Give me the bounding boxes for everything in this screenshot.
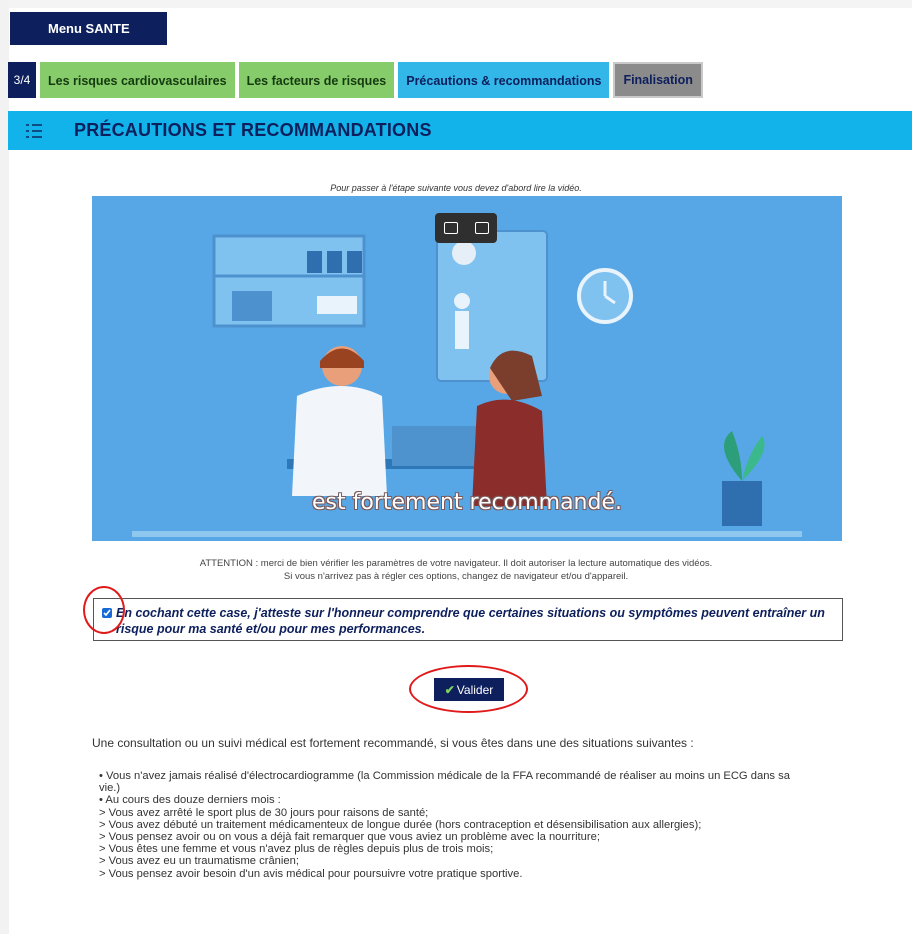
video-controls [435, 213, 497, 243]
menu-sante-button[interactable]: Menu SANTE [10, 12, 167, 45]
attestation-box: En cochant cette case, j'atteste sur l'h… [93, 598, 843, 641]
video-notice: Pour passer à l'étape suivante vous deve… [330, 183, 582, 193]
list-item: > Vous avez débuté un traitement médicam… [99, 818, 702, 831]
list-item: • Au cours des douze derniers mois : [99, 794, 281, 807]
list-item: > Vous avez arrêté le sport plus de 30 j… [99, 806, 429, 819]
top-strip [0, 0, 912, 8]
list-item: > Vous pensez avoir ou on vous a déjà fa… [99, 831, 600, 844]
list-item: > Vous avez eu un traumatisme crânien; [99, 855, 299, 868]
video-subtitle: est fortement recommandé. [312, 490, 622, 515]
attestation-text: En cochant cette case, j'atteste sur l'h… [116, 606, 825, 636]
list-item: • Vous n'avez jamais réalisé d'électroca… [99, 770, 790, 795]
page-title: PRÉCAUTIONS ET RECOMMANDATIONS [74, 120, 432, 140]
list-icon [26, 123, 42, 138]
cast-icon[interactable] [474, 222, 489, 234]
annotation-circle-valider [409, 665, 528, 713]
tab-precautions-recommandations[interactable]: Précautions & recommandations [398, 62, 610, 98]
attention-line-2: Si vous n'arrivez pas à régler ces optio… [283, 571, 629, 582]
step-counter: 3/4 [8, 62, 36, 98]
attention-notice: ATTENTION : merci de bien vérifier les p… [0, 557, 912, 583]
list-item: > Vous êtes une femme et vous n'avez plu… [99, 843, 494, 856]
tab-risques-cardiovasculaires[interactable]: Les risques cardiovasculaires [40, 62, 235, 98]
section-header: PRÉCAUTIONS ET RECOMMANDATIONS [8, 111, 912, 150]
annotation-circle-checkbox [83, 586, 125, 634]
recommendation-intro: Une consultation ou un suivi médical est… [92, 736, 694, 750]
attention-line-1: ATTENTION : merci de bien vérifier les p… [199, 558, 713, 569]
tab-finalisation[interactable]: Finalisation [613, 62, 703, 98]
step-tabs: 3/4 Les risques cardiovasculaires Les fa… [8, 62, 707, 98]
picture-in-picture-icon[interactable] [443, 222, 458, 234]
tab-facteurs-de-risques[interactable]: Les facteurs de risques [238, 62, 395, 98]
list-item: > Vous pensez avoir besoin d'un avis méd… [99, 867, 523, 880]
recommendation-list: • Vous n'avez jamais réalisé d'électroca… [93, 770, 813, 880]
